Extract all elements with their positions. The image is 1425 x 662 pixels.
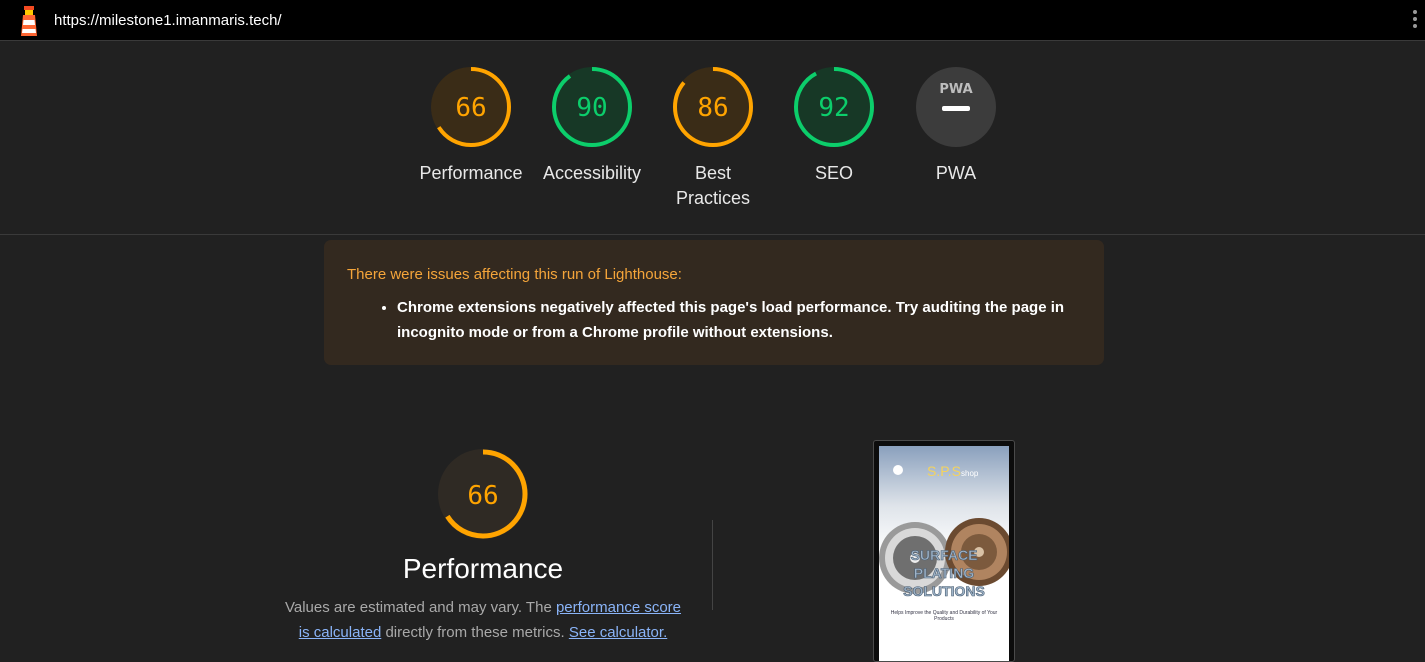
gauge-score: 92 — [818, 93, 849, 123]
screenshot-page: S.P.S shop SURFACE PLATING SOLUTIONS Hel… — [879, 446, 1009, 661]
see-calculator-link[interactable]: See calculator. — [569, 624, 667, 641]
score-gauges: 66 Performance 90 Accessibility 86 Best … — [0, 41, 1425, 235]
gauge-pwa[interactable]: PWA PWA — [896, 65, 1016, 186]
report-url[interactable]: https://milestone1.imanmaris.tech/ — [54, 12, 282, 29]
site-brand-suffix: shop — [961, 469, 979, 478]
tools-menu-icon[interactable] — [1411, 10, 1419, 32]
hero-line-2: PLATING — [914, 565, 975, 581]
pwa-dash-icon — [942, 106, 970, 111]
gauge-score: 86 — [697, 93, 728, 123]
performance-score: 66 — [467, 481, 498, 511]
gauge-best-practices[interactable]: 86 Best Practices — [653, 65, 773, 211]
gauge-seo[interactable]: 92 SEO — [774, 65, 894, 186]
gauge-score: 90 — [576, 93, 607, 123]
hero-line-1: SURFACE — [911, 547, 978, 563]
report-header: https://milestone1.imanmaris.tech/ — [0, 0, 1425, 41]
gauge-label: Performance — [419, 163, 523, 183]
gauge-label: PWA — [935, 163, 977, 183]
gauge-accessibility[interactable]: 90 Accessibility — [532, 65, 652, 186]
menu-circle-icon — [893, 465, 903, 475]
warning-title: There were issues affecting this run of … — [347, 266, 682, 283]
warning-box: There were issues affecting this run of … — [324, 240, 1104, 365]
gauge-label: SEO — [814, 163, 853, 183]
hero-tagline: Helps Improve the Quality and Durability… — [890, 610, 998, 622]
pwa-badge-icon: PWA — [939, 82, 972, 97]
gauge-label: Accessibility — [542, 163, 642, 183]
performance-description: Values are estimated and may vary. The p… — [284, 599, 682, 641]
warning-list: Chrome extensions negatively affected th… — [347, 295, 1087, 345]
section-divider — [712, 520, 713, 610]
gauge-label: Best Practices — [675, 163, 751, 208]
hero-line-3: SOLUTIONS — [903, 583, 985, 599]
site-brand: S.P.S — [927, 463, 961, 479]
warning-item: Chrome extensions negatively affected th… — [397, 295, 1087, 345]
gauge-score: 66 — [455, 93, 486, 123]
performance-title: Performance — [402, 553, 564, 584]
performance-section: 66 Performance Values are estimated and … — [250, 447, 716, 645]
final-screenshot: S.P.S shop SURFACE PLATING SOLUTIONS Hel… — [873, 440, 1015, 662]
lighthouse-logo-icon — [21, 6, 37, 36]
performance-gauge: 66 — [438, 449, 528, 539]
gauge-performance[interactable]: 66 Performance — [411, 65, 531, 186]
